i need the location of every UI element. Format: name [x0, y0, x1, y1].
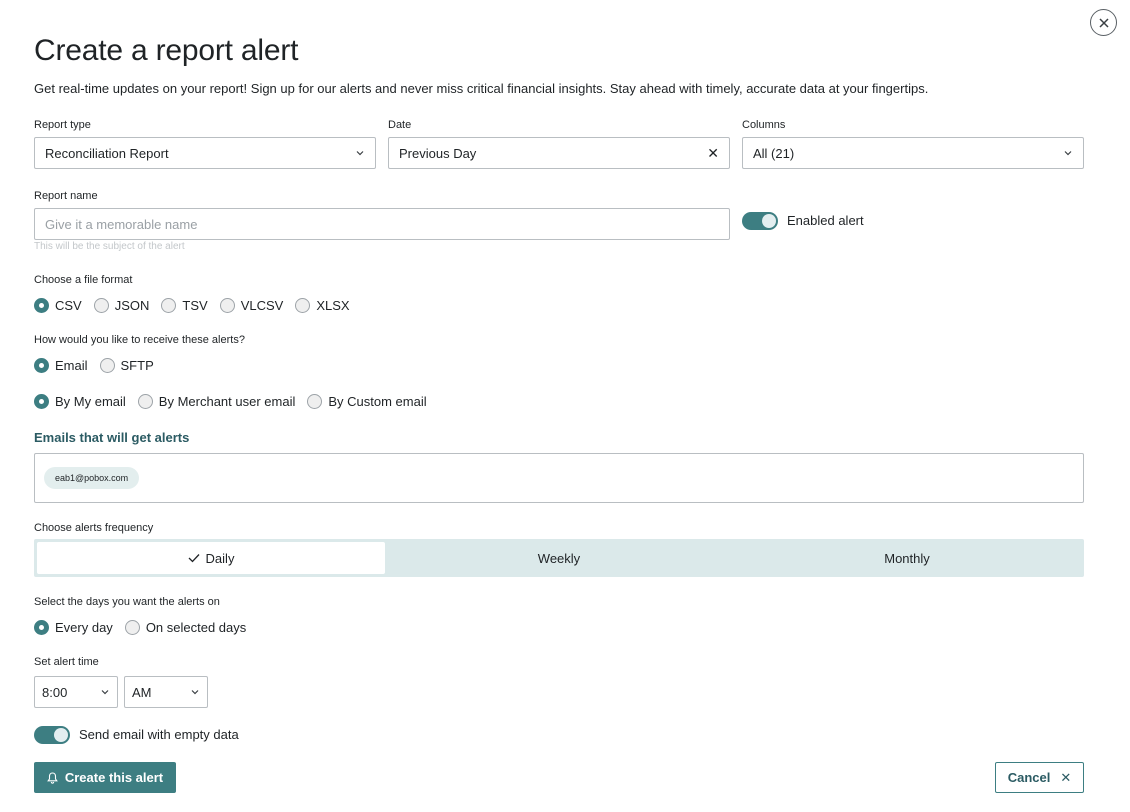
radio-label: JSON [114, 298, 150, 313]
report-name-label: Report name [34, 190, 98, 202]
create-alert-button[interactable]: Create this alert [34, 762, 176, 793]
radio-csv[interactable]: CSV [34, 298, 82, 313]
chevron-down-icon [356, 151, 364, 156]
page-title: Create a report alert [34, 34, 299, 67]
tab-label: Monthly [884, 550, 930, 566]
email-chip[interactable]: eab1@pobox.com [44, 467, 140, 489]
radio-label: VLCSV [240, 298, 284, 313]
close-icon [1098, 17, 1109, 28]
file-format-radio-group: CSV JSON TSV VLCSV XLSX [34, 298, 362, 313]
radio-dot [34, 358, 49, 373]
radio-my-email[interactable]: By My email [34, 394, 126, 409]
frequency-label: Choose alerts frequency [34, 522, 154, 534]
page-subtitle: Get real-time updates on your report! Si… [34, 81, 929, 96]
columns-label: Columns [742, 119, 786, 131]
create-alert-label: Create this alert [64, 770, 164, 785]
radio-dot [99, 358, 115, 373]
file-format-label: Choose a file format [34, 274, 133, 286]
email-source-radio-group: By My email By Merchant user email By Cu… [34, 394, 439, 409]
radio-every-day[interactable]: Every day [34, 620, 113, 635]
radio-label: Email [55, 358, 88, 373]
period-select[interactable]: AM [124, 676, 208, 708]
time-value: 8:00 [42, 684, 68, 700]
radio-vlcsv[interactable]: VLCSV [219, 298, 284, 313]
empty-data-toggle[interactable] [34, 726, 70, 744]
report-type-value: Reconciliation Report [45, 145, 169, 161]
radio-dot [137, 394, 153, 409]
tab-label: Daily [205, 550, 235, 566]
radio-dot [219, 298, 235, 313]
enabled-alert-toggle[interactable] [742, 212, 778, 230]
radio-custom-email[interactable]: By Custom email [307, 394, 427, 409]
tab-daily[interactable]: Daily [37, 542, 385, 574]
radio-label: CSV [55, 298, 82, 313]
chevron-down-icon [1064, 151, 1072, 156]
radio-json[interactable]: JSON [93, 298, 150, 313]
date-label: Date [388, 119, 412, 131]
emails-input[interactable]: eab1@pobox.com [34, 453, 1084, 503]
radio-label: By Custom email [328, 394, 427, 409]
clear-icon[interactable]: ✕ [707, 145, 719, 162]
date-select[interactable]: Previous Day ✕ [388, 137, 730, 169]
period-value: AM [132, 684, 152, 700]
delivery-label: How would you like to receive these aler… [34, 334, 245, 346]
radio-label: On selected days [145, 620, 247, 635]
report-name-input[interactable]: Give it a memorable name [34, 208, 730, 240]
days-radio-group: Every day On selected days [34, 620, 258, 635]
report-type-label: Report type [34, 119, 91, 131]
columns-select[interactable]: All (21) [742, 137, 1084, 169]
report-name-placeholder: Give it a memorable name [45, 216, 198, 232]
radio-dot [307, 394, 323, 409]
toggle-knob [54, 728, 68, 742]
radio-email[interactable]: Email [34, 358, 88, 373]
radio-dot [295, 298, 311, 313]
tab-label: Weekly [537, 550, 581, 566]
radio-tsv[interactable]: TSV [161, 298, 208, 313]
tab-monthly[interactable]: Monthly [733, 542, 1081, 574]
empty-data-label: Send email with empty data [79, 727, 239, 742]
close-icon: ✕ [1060, 769, 1072, 785]
emails-section-title: Emails that will get alerts [34, 430, 190, 445]
radio-sftp[interactable]: SFTP [99, 358, 154, 373]
radio-label: SFTP [120, 358, 154, 373]
radio-label: Every day [55, 620, 113, 635]
report-name-helper: This will be the subject of the alert [34, 241, 185, 252]
bell-icon [46, 771, 58, 784]
columns-value: All (21) [753, 145, 795, 161]
check-icon [188, 554, 200, 563]
report-type-select[interactable]: Reconciliation Report [34, 137, 376, 169]
days-label: Select the days you want the alerts on [34, 596, 220, 608]
radio-xlsx[interactable]: XLSX [295, 298, 350, 313]
toggle-knob [762, 214, 776, 228]
chevron-down-icon [101, 690, 109, 695]
cancel-label: Cancel [1007, 770, 1051, 785]
cancel-button[interactable]: Cancel ✕ [995, 762, 1084, 793]
time-select[interactable]: 8:00 [34, 676, 118, 708]
enabled-alert-label: Enabled alert [787, 213, 864, 228]
radio-dot [34, 620, 49, 635]
radio-merchant-email[interactable]: By Merchant user email [137, 394, 296, 409]
chevron-down-icon [191, 690, 199, 695]
radio-label: TSV [182, 298, 208, 313]
close-button[interactable] [1090, 9, 1117, 36]
radio-label: XLSX [316, 298, 350, 313]
alert-time-label: Set alert time [34, 656, 99, 668]
radio-label: By Merchant user email [158, 394, 296, 409]
radio-label: By My email [55, 394, 126, 409]
radio-dot [161, 298, 177, 313]
radio-dot [34, 298, 49, 313]
delivery-radio-group: Email SFTP [34, 358, 166, 373]
tab-weekly[interactable]: Weekly [385, 542, 733, 574]
frequency-segmented-control: Daily Weekly Monthly [34, 539, 1084, 577]
radio-dot [34, 394, 49, 409]
radio-selected-days[interactable]: On selected days [124, 620, 247, 635]
date-value: Previous Day [399, 145, 477, 161]
radio-dot [93, 298, 109, 313]
radio-dot [124, 620, 140, 635]
